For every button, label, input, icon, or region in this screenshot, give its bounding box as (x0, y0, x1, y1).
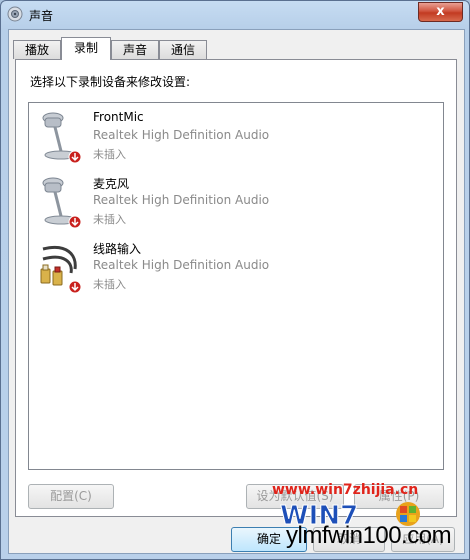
device-driver: Realtek High Definition Audio (93, 193, 270, 207)
speaker-app-icon (7, 6, 23, 22)
title-bar[interactable]: 声音 x (1, 1, 469, 29)
tab-sounds[interactable]: 声音 (111, 40, 159, 59)
device-item-line-in[interactable]: 线路输入 Realtek High Definition Audio 未插入 (33, 239, 433, 299)
sound-dialog: 声音 x 播放 录制 声音 通信 选择以下录制设备来修改设置: FrontMic… (0, 0, 470, 560)
tab-playback[interactable]: 播放 (13, 40, 61, 59)
microphone-icon (42, 112, 82, 164)
watermark-url-2: ylmfwin100.com (286, 522, 452, 549)
device-item-frontmic[interactable]: FrontMic Realtek High Definition Audio 未… (33, 109, 433, 169)
instruction-text: 选择以下录制设备来修改设置: (30, 75, 191, 89)
dialog-client-area: 播放 录制 声音 通信 选择以下录制设备来修改设置: FrontMic Real… (8, 29, 465, 554)
microphone-icon (42, 177, 82, 229)
tab-recording[interactable]: 录制 (61, 37, 111, 60)
device-status: 未插入 (93, 213, 126, 226)
device-list[interactable]: FrontMic Realtek High Definition Audio 未… (28, 102, 444, 470)
window-title: 声音 (29, 9, 54, 23)
device-name: FrontMic (93, 110, 144, 124)
recording-panel: 选择以下录制设备来修改设置: FrontMic Realtek High Def… (15, 59, 457, 517)
device-name: 线路输入 (93, 242, 142, 256)
tab-communications[interactable]: 通信 (159, 40, 207, 59)
device-item-microphone[interactable]: 麦克风 Realtek High Definition Audio 未插入 (33, 174, 433, 234)
configure-button[interactable]: 配置(C) (28, 484, 114, 509)
device-driver: Realtek High Definition Audio (93, 128, 270, 142)
device-driver: Realtek High Definition Audio (93, 258, 270, 272)
line-in-cable-icon (40, 246, 82, 294)
device-name: 麦克风 (93, 177, 130, 191)
watermark-url-1: www.win7zhijia.cn (272, 482, 419, 498)
device-status: 未插入 (93, 148, 126, 161)
device-status: 未插入 (93, 278, 126, 291)
close-button[interactable]: x (418, 2, 463, 22)
